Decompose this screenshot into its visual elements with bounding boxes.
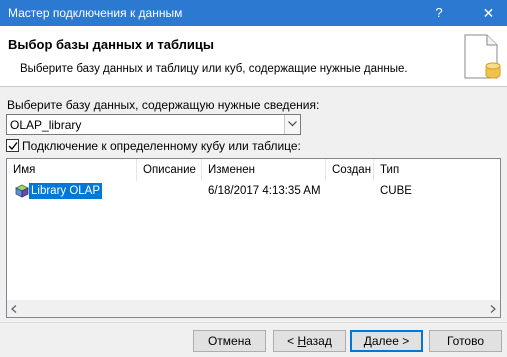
horizontal-scrollbar[interactable] [7,300,500,317]
cube-checkbox-label: Подключение к определенному кубу или таб… [22,139,301,153]
chevron-down-icon [288,121,297,127]
cube-name-cell: Library OLAP [29,183,103,199]
footer-divider [0,322,507,323]
column-header-name[interactable]: Имя [7,159,137,181]
back-button-rest: азад [306,334,332,348]
next-button[interactable]: Далее > [350,330,423,352]
wizard-header: Выбор базы данных и таблицы Выберите баз… [0,26,507,87]
finish-button[interactable]: Готово [429,330,502,352]
database-select[interactable]: OLAP_library [6,114,301,135]
dropdown-button[interactable] [284,115,300,134]
checkmark-icon [8,142,18,151]
back-button-accesskey: Н [297,334,307,348]
page-title: Выбор базы данных и таблицы [8,37,214,52]
page-subtitle: Выберите базу данных и таблицу или куб, … [20,63,408,75]
column-header-created[interactable]: Создан [326,159,374,181]
database-label: Выберите базу данных, содержащую нужные … [7,98,320,112]
cancel-button[interactable]: Отмена [193,330,266,352]
modified-cell: 6/18/2017 4:13:35 AM [208,185,321,197]
next-button-rest: алее > [371,334,410,348]
type-cell: CUBE [380,185,412,197]
close-button[interactable]: ✕ [470,0,507,26]
next-button-accesskey: Д [363,334,372,348]
column-header-description[interactable]: Описание [137,159,202,181]
table-row[interactable]: Library OLAP 6/18/2017 4:13:35 AM CUBE [7,183,487,201]
scroll-left-icon[interactable] [11,305,17,313]
database-select-value: OLAP_library [10,118,82,132]
cube-checkbox[interactable] [6,139,19,152]
database-document-icon [464,34,501,79]
back-button[interactable]: < Назад [273,330,346,352]
title-bar: Мастер подключения к данным ? ✕ [0,0,507,26]
column-header-modified[interactable]: Изменен [202,159,326,181]
cube-table[interactable]: Имя Описание Изменен Создан Тип Library … [6,158,501,318]
cube-icon [15,184,29,198]
scroll-right-icon[interactable] [490,305,496,313]
back-button-prefix: < [287,334,298,348]
column-header-type[interactable]: Тип [374,159,484,181]
window-title: Мастер подключения к данным [8,6,183,20]
help-button[interactable]: ? [424,0,454,26]
